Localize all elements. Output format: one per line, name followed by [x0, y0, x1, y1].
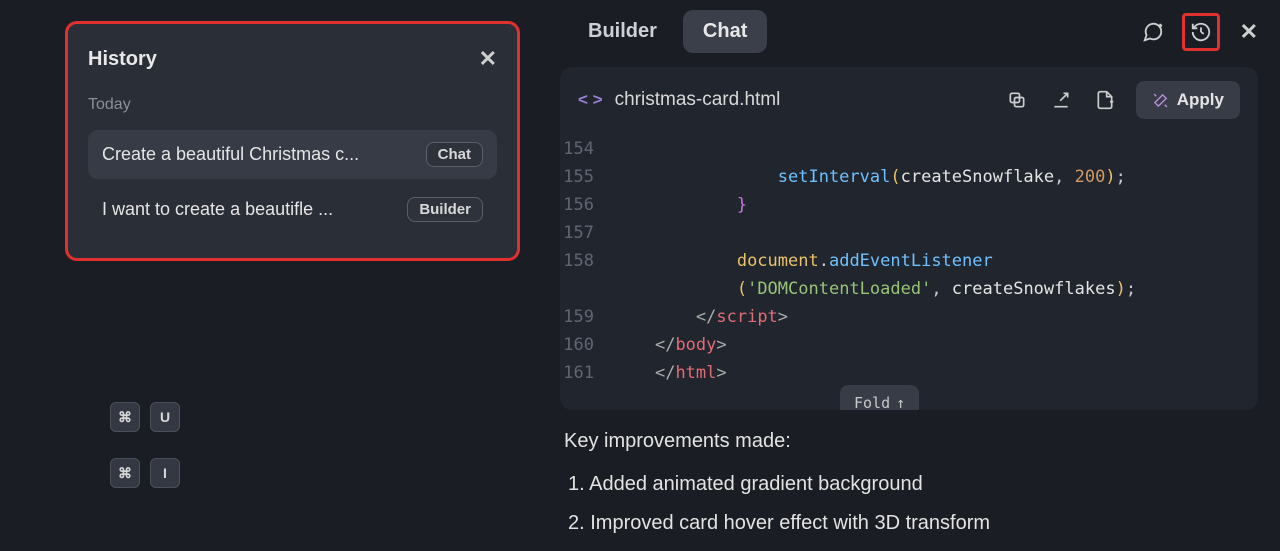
chat-list-item: 2. Improved card hover effect with 3D tr…: [564, 512, 1258, 535]
code-content: </body>: [614, 331, 727, 359]
line-number: 157: [560, 219, 614, 247]
code-line: 159 </script>: [560, 303, 1258, 331]
code-content: }: [614, 191, 747, 219]
code-content: ('DOMContentLoaded', createSnowflakes);: [614, 275, 1136, 303]
line-number: 155: [560, 163, 614, 191]
history-item-text: Create a beautiful Christmas c...: [102, 144, 412, 165]
code-content: setInterval(createSnowflake, 200);: [614, 163, 1126, 191]
code-line: 157: [560, 219, 1258, 247]
history-group-today: Today: [88, 96, 497, 114]
apply-button[interactable]: Apply: [1136, 81, 1240, 119]
new-chat-icon[interactable]: [1140, 19, 1166, 45]
shortcut-cmd-i: ⌘ I: [110, 458, 180, 488]
arrow-up-icon: ↑: [896, 389, 905, 410]
history-item-text: I want to create a beautifle ...: [102, 199, 393, 220]
line-number: [560, 275, 614, 303]
apply-label: Apply: [1177, 90, 1224, 110]
tab-chat[interactable]: Chat: [683, 10, 767, 53]
wand-icon: [1152, 92, 1169, 109]
left-panel: History ✕ Today Create a beautiful Chris…: [0, 0, 560, 551]
code-line: ('DOMContentLoaded', createSnowflakes);: [560, 275, 1258, 303]
new-file-icon[interactable]: [1092, 87, 1118, 113]
history-icon[interactable]: [1182, 13, 1220, 51]
history-popup: History ✕ Today Create a beautiful Chris…: [65, 21, 520, 261]
right-panel: Builder Chat ✕ < > christmas-card.html: [560, 0, 1280, 551]
code-line: 158 document.addEventListener: [560, 247, 1258, 275]
code-line: 155 setInterval(createSnowflake, 200);: [560, 163, 1258, 191]
line-number: 159: [560, 303, 614, 331]
code-pane: < > christmas-card.html Apply: [560, 67, 1258, 410]
line-number: 161: [560, 359, 614, 387]
code-filename: christmas-card.html: [615, 89, 781, 111]
code-line: 154: [560, 135, 1258, 163]
history-item-badge: Chat: [426, 142, 483, 167]
fold-button[interactable]: Fold ↑: [840, 385, 919, 410]
tab-builder[interactable]: Builder: [568, 10, 677, 53]
history-item[interactable]: I want to create a beautifle ... Builder: [88, 185, 497, 234]
history-item-badge: Builder: [407, 197, 483, 222]
fold-label: Fold: [854, 389, 890, 410]
close-panel-icon[interactable]: ✕: [1240, 19, 1258, 45]
chat-list-item: 1. Added animated gradient background: [564, 473, 1258, 496]
code-body[interactable]: 154155 setInterval(createSnowflake, 200)…: [560, 133, 1258, 410]
shortcut-cmd-u: ⌘ U: [110, 402, 180, 432]
topbar: Builder Chat ✕: [560, 10, 1280, 67]
line-number: 156: [560, 191, 614, 219]
code-content: </html>: [614, 359, 727, 387]
key-i: I: [150, 458, 180, 488]
key-cmd: ⌘: [110, 458, 140, 488]
code-line: 156 }: [560, 191, 1258, 219]
line-number: 154: [560, 135, 614, 163]
line-number: 160: [560, 331, 614, 359]
history-title: History: [88, 48, 157, 71]
key-u: U: [150, 402, 180, 432]
code-content: </script>: [614, 303, 788, 331]
code-content: document.addEventListener: [614, 247, 993, 275]
key-cmd: ⌘: [110, 402, 140, 432]
insert-icon[interactable]: [1048, 87, 1074, 113]
copy-icon[interactable]: [1004, 87, 1030, 113]
chat-response: Key improvements made: 1. Added animated…: [560, 410, 1280, 551]
history-item[interactable]: Create a beautiful Christmas c... Chat: [88, 130, 497, 179]
code-lang-icon: < >: [578, 90, 603, 110]
code-line: 160 </body>: [560, 331, 1258, 359]
chat-response-heading: Key improvements made:: [564, 430, 1258, 453]
line-number: 158: [560, 247, 614, 275]
close-icon[interactable]: ✕: [479, 46, 497, 72]
code-line: 161 </html>: [560, 359, 1258, 387]
